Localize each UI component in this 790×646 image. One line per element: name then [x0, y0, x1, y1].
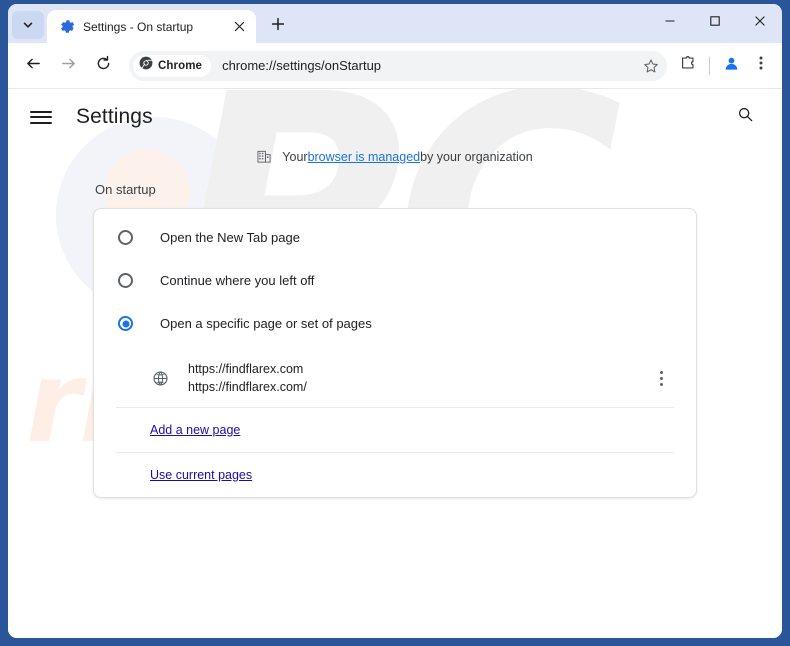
- radio-icon: [118, 230, 133, 245]
- office-building-icon: [257, 149, 272, 164]
- window-close-button[interactable]: [737, 4, 782, 37]
- chrome-logo-icon: [139, 56, 153, 75]
- extensions-button[interactable]: [673, 51, 703, 81]
- radio-icon-selected: [118, 316, 133, 331]
- tab-search-button[interactable]: [12, 11, 44, 39]
- reload-button[interactable]: [88, 51, 118, 81]
- hamburger-menu-icon[interactable]: [30, 111, 52, 124]
- browser-window: Settings - On startup: [8, 4, 782, 638]
- startup-option-label: Open a specific page or set of pages: [160, 316, 372, 331]
- reload-icon: [95, 55, 112, 77]
- startup-option-label: Open the New Tab page: [160, 230, 300, 245]
- search-icon: [737, 106, 754, 128]
- startup-page-title: https://findflarex.com: [188, 360, 648, 378]
- startup-page-url: https://findflarex.com/: [188, 378, 648, 396]
- globe-icon: [150, 368, 170, 388]
- window-minimize-button[interactable]: [647, 4, 692, 37]
- startup-option-continue[interactable]: Continue where you left off: [116, 259, 674, 302]
- window-controls: [647, 4, 782, 43]
- bookmark-star-icon[interactable]: [638, 53, 664, 79]
- startup-option-label: Continue where you left off: [160, 273, 314, 288]
- address-bar[interactable]: Chrome chrome://settings/onStartup: [129, 51, 667, 81]
- chrome-chip-label: Chrome: [158, 60, 202, 72]
- managed-banner-prefix: Your: [282, 150, 307, 164]
- startup-page-row: https://findflarex.com https://findflare…: [116, 349, 674, 408]
- chevron-down-icon: [22, 19, 34, 31]
- plus-icon: [271, 17, 285, 36]
- chrome-origin-chip: Chrome: [133, 55, 211, 77]
- add-new-page-link[interactable]: Add a new page: [150, 423, 240, 437]
- on-startup-card: Open the New Tab page Continue where you…: [93, 208, 697, 498]
- add-new-page-row: Add a new page: [116, 408, 674, 453]
- back-button[interactable]: [18, 51, 48, 81]
- gear-icon: [59, 19, 75, 35]
- back-arrow-icon: [25, 55, 42, 77]
- page-title: Settings: [76, 105, 153, 129]
- startup-option-specific-page[interactable]: Open a specific page or set of pages: [116, 302, 674, 345]
- toolbar-divider: [709, 57, 710, 75]
- forward-button[interactable]: [53, 51, 83, 81]
- settings-content: On startup Open the New Tab page Continu…: [93, 164, 697, 498]
- settings-search-button[interactable]: [730, 102, 760, 132]
- tab-close-button[interactable]: [230, 18, 248, 36]
- window-maximize-button[interactable]: [692, 4, 737, 37]
- address-bar-url: chrome://settings/onStartup: [222, 58, 638, 73]
- use-current-pages-row: Use current pages: [116, 453, 674, 497]
- settings-header: Settings: [8, 89, 782, 145]
- new-tab-button[interactable]: [264, 12, 292, 40]
- extensions-puzzle-icon: [679, 54, 697, 77]
- startup-option-new-tab[interactable]: Open the New Tab page: [116, 216, 674, 259]
- tab-title: Settings - On startup: [83, 20, 230, 34]
- tab-settings[interactable]: Settings - On startup: [47, 10, 256, 43]
- startup-page-texts: https://findflarex.com https://findflare…: [188, 360, 648, 396]
- settings-page: PC risk.com Settings: [8, 88, 782, 638]
- managed-banner-suffix: by your organization: [420, 150, 533, 164]
- managed-banner: Your browser is managed by your organiza…: [8, 149, 782, 164]
- radio-icon: [118, 273, 133, 288]
- use-current-pages-link[interactable]: Use current pages: [150, 468, 252, 482]
- startup-page-menu-button[interactable]: [648, 365, 674, 391]
- three-dot-menu-icon: [753, 55, 769, 76]
- browser-toolbar: Chrome chrome://settings/onStartup: [8, 43, 782, 88]
- profile-button[interactable]: [716, 51, 746, 81]
- browser-menu-button[interactable]: [746, 51, 776, 81]
- section-label-on-startup: On startup: [95, 182, 697, 197]
- forward-arrow-icon: [60, 55, 77, 77]
- tab-strip: Settings - On startup: [8, 4, 782, 43]
- managed-banner-link[interactable]: browser is managed: [308, 150, 421, 164]
- profile-avatar-icon: [723, 55, 740, 77]
